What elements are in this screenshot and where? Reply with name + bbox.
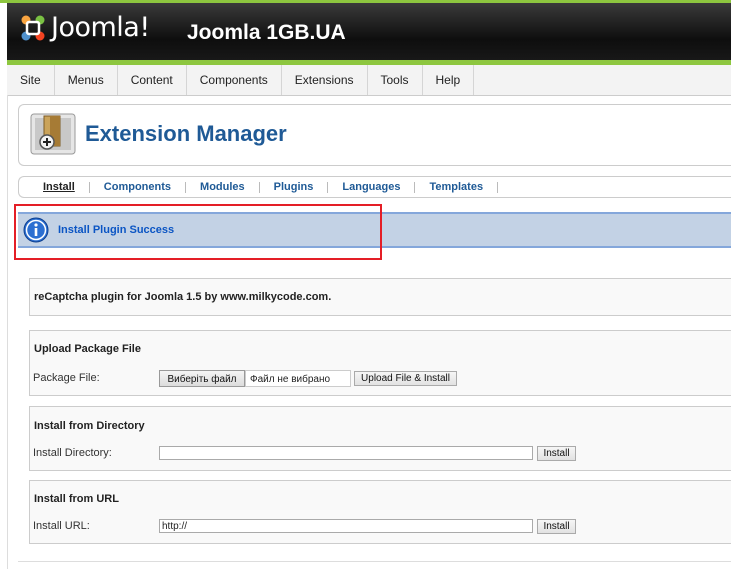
package-file-label: Package File: (33, 372, 100, 384)
directory-install-button[interactable]: Install (537, 446, 576, 461)
page-title: Extension Manager (85, 121, 287, 146)
directory-title: Install from Directory (34, 420, 145, 432)
joomla-logo[interactable]: Joomla! (18, 12, 150, 43)
menu-item-menus[interactable]: Menus (55, 65, 118, 95)
submenu-languages[interactable]: Languages (328, 181, 416, 193)
panel-bottom-border (18, 561, 731, 562)
url-install-button[interactable]: Install (537, 519, 576, 534)
site-title: Joomla 1GB.UA (187, 21, 346, 44)
install-directory-label: Install Directory: (33, 447, 112, 459)
menu-item-site[interactable]: Site (7, 65, 55, 95)
submenu-templates[interactable]: Templates (415, 181, 499, 193)
menu-item-content[interactable]: Content (118, 65, 187, 95)
submenu-plugins[interactable]: Plugins (260, 181, 329, 193)
submenu-modules[interactable]: Modules (186, 181, 260, 193)
plugin-description: reCaptcha plugin for Joomla 1.5 by www.m… (34, 291, 332, 303)
menu-item-components[interactable]: Components (187, 65, 282, 95)
submenu-install[interactable]: Install (29, 181, 90, 193)
menu-item-help[interactable]: Help (423, 65, 475, 95)
upload-fieldset (29, 330, 731, 396)
menu-item-extensions[interactable]: Extensions (282, 65, 368, 95)
upload-title: Upload Package File (34, 343, 141, 355)
choose-file-button[interactable]: Виберіть файл (159, 370, 245, 387)
highlight-box (14, 204, 382, 260)
submenu-components[interactable]: Components (90, 181, 187, 193)
logo-text: Joomla! (51, 12, 150, 43)
menu-item-tools[interactable]: Tools (368, 65, 423, 95)
extension-manager-icon (30, 112, 76, 156)
install-directory-input[interactable] (159, 446, 533, 460)
upload-install-button[interactable]: Upload File & Install (354, 371, 457, 386)
main-menu: Site Menus Content Components Extensions… (7, 65, 731, 96)
install-url-input[interactable]: http:// (159, 519, 533, 533)
url-title: Install from URL (34, 493, 119, 505)
url-fieldset (29, 480, 731, 544)
directory-fieldset (29, 406, 731, 471)
file-status: Файл не вибрано (245, 370, 351, 387)
submenu: Install Components Modules Plugins Langu… (18, 176, 731, 198)
joomla-logo-icon (18, 13, 48, 43)
install-url-label: Install URL: (33, 520, 90, 532)
